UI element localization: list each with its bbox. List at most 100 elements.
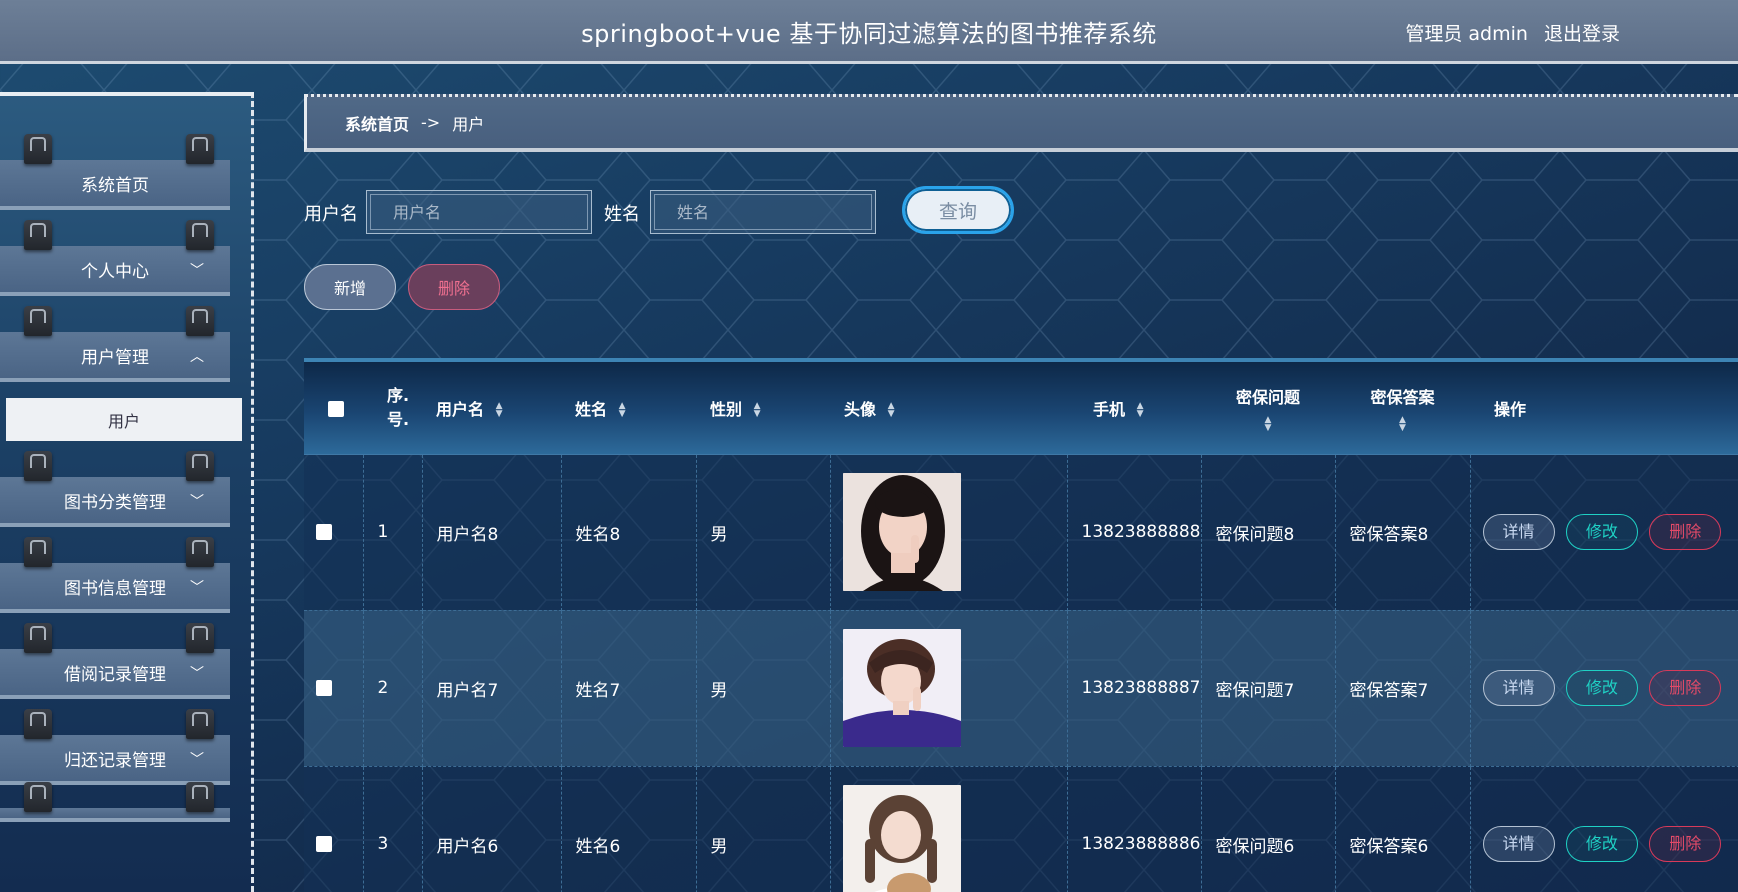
edit-button[interactable]: 修改: [1565, 670, 1638, 706]
user-area: 管理员 admin 退出登录: [1395, 19, 1620, 46]
ops-header-label: 操作: [1494, 399, 1527, 419]
avatar-image[interactable]: [842, 629, 961, 747]
answer-cell: 密保答案6: [1335, 766, 1471, 892]
sort-icon[interactable]: ▲ ▼: [888, 402, 895, 419]
index-cell: 1: [363, 454, 423, 611]
chevron-down-icon: ﹀: [190, 666, 204, 682]
batch-delete-button[interactable]: 删除: [408, 264, 500, 310]
breadcrumb: 系统首页 -> 用户: [304, 94, 1738, 152]
binder-clip-icon: [24, 709, 52, 739]
username-cell: 用户名8: [422, 454, 562, 611]
question-header[interactable]: 密保问题 ▲ ▼: [1201, 362, 1335, 455]
gender-header[interactable]: 性别 ▲ ▼: [696, 362, 830, 455]
binder-clip-icon: [24, 306, 52, 336]
avatar-cell: [830, 766, 1068, 892]
detail-button[interactable]: 详情: [1482, 514, 1555, 550]
binder-clip-icon: [186, 451, 214, 481]
top-header: springboot+vue 基于协同过滤算法的图书推荐系统 管理员 admin…: [0, 0, 1738, 64]
sort-icon[interactable]: ▲ ▼: [1265, 415, 1272, 432]
sort-icon[interactable]: ▲ ▼: [754, 402, 761, 419]
sidebar-item-label: 个人中心: [81, 261, 149, 282]
logout-link[interactable]: 退出登录: [1544, 23, 1620, 45]
avatar-header[interactable]: 头像 ▲ ▼: [830, 362, 1067, 455]
phone-cell: 13823888888: [1067, 454, 1202, 611]
detail-button[interactable]: 详情: [1482, 670, 1555, 706]
table-row: 3 用户名6 姓名6 男 13823888886 密保问题6 密保答案6 详情 …: [304, 766, 1738, 892]
chevron-down-icon: ﹀: [190, 263, 204, 279]
select-all-header: [304, 362, 363, 455]
name-cell: 姓名8: [561, 454, 697, 611]
avatar-header-label: 头像: [844, 399, 877, 419]
sidebar-item-book-info[interactable]: 图书信息管理 ﹀: [0, 537, 230, 613]
delete-button[interactable]: 删除: [1649, 670, 1722, 706]
avatar-image[interactable]: [842, 473, 961, 591]
username-cell: 用户名6: [422, 766, 562, 892]
ops-header: 操作: [1470, 362, 1738, 455]
index-cell: 2: [363, 610, 423, 767]
binder-clip-icon: [186, 782, 214, 812]
sidebar-item-book-category[interactable]: 图书分类管理 ﹀: [0, 451, 230, 527]
sidebar-item-home[interactable]: 系统首页: [0, 134, 230, 210]
name-cell: 姓名6: [561, 766, 697, 892]
gender-header-label: 性别: [710, 399, 743, 419]
sidebar-item-user-management[interactable]: 用户管理 ︿: [0, 306, 230, 382]
avatar-cell: [830, 610, 1068, 767]
sort-icon[interactable]: ▲ ▼: [1399, 415, 1406, 432]
row-checkbox[interactable]: [316, 524, 332, 540]
row-checkbox[interactable]: [316, 680, 332, 696]
avatar-image[interactable]: [842, 785, 961, 892]
name-cell: 姓名7: [561, 610, 697, 767]
sidebar-item-label: 用户管理: [81, 347, 149, 368]
edit-button[interactable]: 修改: [1565, 826, 1638, 862]
binder-clip-icon: [24, 782, 52, 812]
username-header[interactable]: 用户名 ▲ ▼: [422, 362, 561, 455]
index-cell: 3: [363, 766, 423, 892]
username-cell: 用户名7: [422, 610, 562, 767]
sidebar-subitem-user[interactable]: 用户: [6, 398, 242, 441]
phone-cell: 13823888886: [1067, 766, 1202, 892]
sidebar: 系统首页 个人中心 ﹀ 用户管理 ︿ 用户 图书分类管理 ﹀ 图书信息管理 ﹀ …: [0, 92, 254, 892]
username-search-input[interactable]: [366, 190, 592, 234]
delete-button[interactable]: 删除: [1649, 514, 1722, 550]
phone-header-label: 手机: [1093, 399, 1126, 419]
name-search-input[interactable]: [650, 190, 876, 234]
table-row: 1 用户名8 姓名8 男 13823888888 密保问题8 密保答案8 详情 …: [304, 454, 1738, 611]
ops-cell: 详情 修改 删除: [1470, 766, 1738, 892]
breadcrumb-home[interactable]: 系统首页: [345, 111, 409, 135]
ops-cell: 详情 修改 删除: [1470, 610, 1738, 767]
gender-cell: 男: [696, 766, 831, 892]
sidebar-item-label: 图书信息管理: [64, 578, 166, 599]
add-button[interactable]: 新增: [304, 264, 396, 310]
chevron-down-icon: ﹀: [190, 752, 204, 768]
edit-button[interactable]: 修改: [1565, 514, 1638, 550]
query-button[interactable]: 查询: [902, 186, 1014, 234]
chevron-up-icon: ︿: [190, 349, 204, 365]
detail-button[interactable]: 详情: [1482, 826, 1555, 862]
user-label: 管理员 admin: [1405, 23, 1528, 45]
name-header-label: 姓名: [575, 399, 608, 419]
sidebar-item-return-records[interactable]: 归还记录管理 ﹀: [0, 709, 230, 785]
row-select-cell: [304, 610, 364, 767]
sort-icon[interactable]: ▲ ▼: [496, 402, 503, 419]
row-checkbox[interactable]: [316, 836, 332, 852]
sidebar-item-label: 图书分类管理: [64, 492, 166, 513]
name-header[interactable]: 姓名 ▲ ▼: [561, 362, 696, 455]
phone-header[interactable]: 手机 ▲ ▼: [1067, 362, 1201, 455]
gender-cell: 男: [696, 454, 831, 611]
binder-clip-icon: [24, 451, 52, 481]
answer-cell: 密保答案8: [1335, 454, 1471, 611]
question-cell: 密保问题8: [1201, 454, 1336, 611]
index-header: 序.号.: [363, 362, 422, 455]
select-all-checkbox[interactable]: [328, 400, 344, 417]
delete-button[interactable]: 删除: [1649, 826, 1722, 862]
row-select-cell: [304, 766, 364, 892]
phone-cell: 13823888887: [1067, 610, 1202, 767]
sort-icon[interactable]: ▲ ▼: [619, 402, 626, 419]
binder-clip-icon: [186, 623, 214, 653]
binder-clip-icon: [24, 134, 52, 164]
answer-header[interactable]: 密保答案 ▲ ▼: [1335, 362, 1470, 455]
sort-icon[interactable]: ▲ ▼: [1137, 402, 1144, 419]
sidebar-item-personal-center[interactable]: 个人中心 ﹀: [0, 220, 230, 296]
question-cell: 密保问题7: [1201, 610, 1336, 767]
sidebar-item-borrow-records[interactable]: 借阅记录管理 ﹀: [0, 623, 230, 699]
